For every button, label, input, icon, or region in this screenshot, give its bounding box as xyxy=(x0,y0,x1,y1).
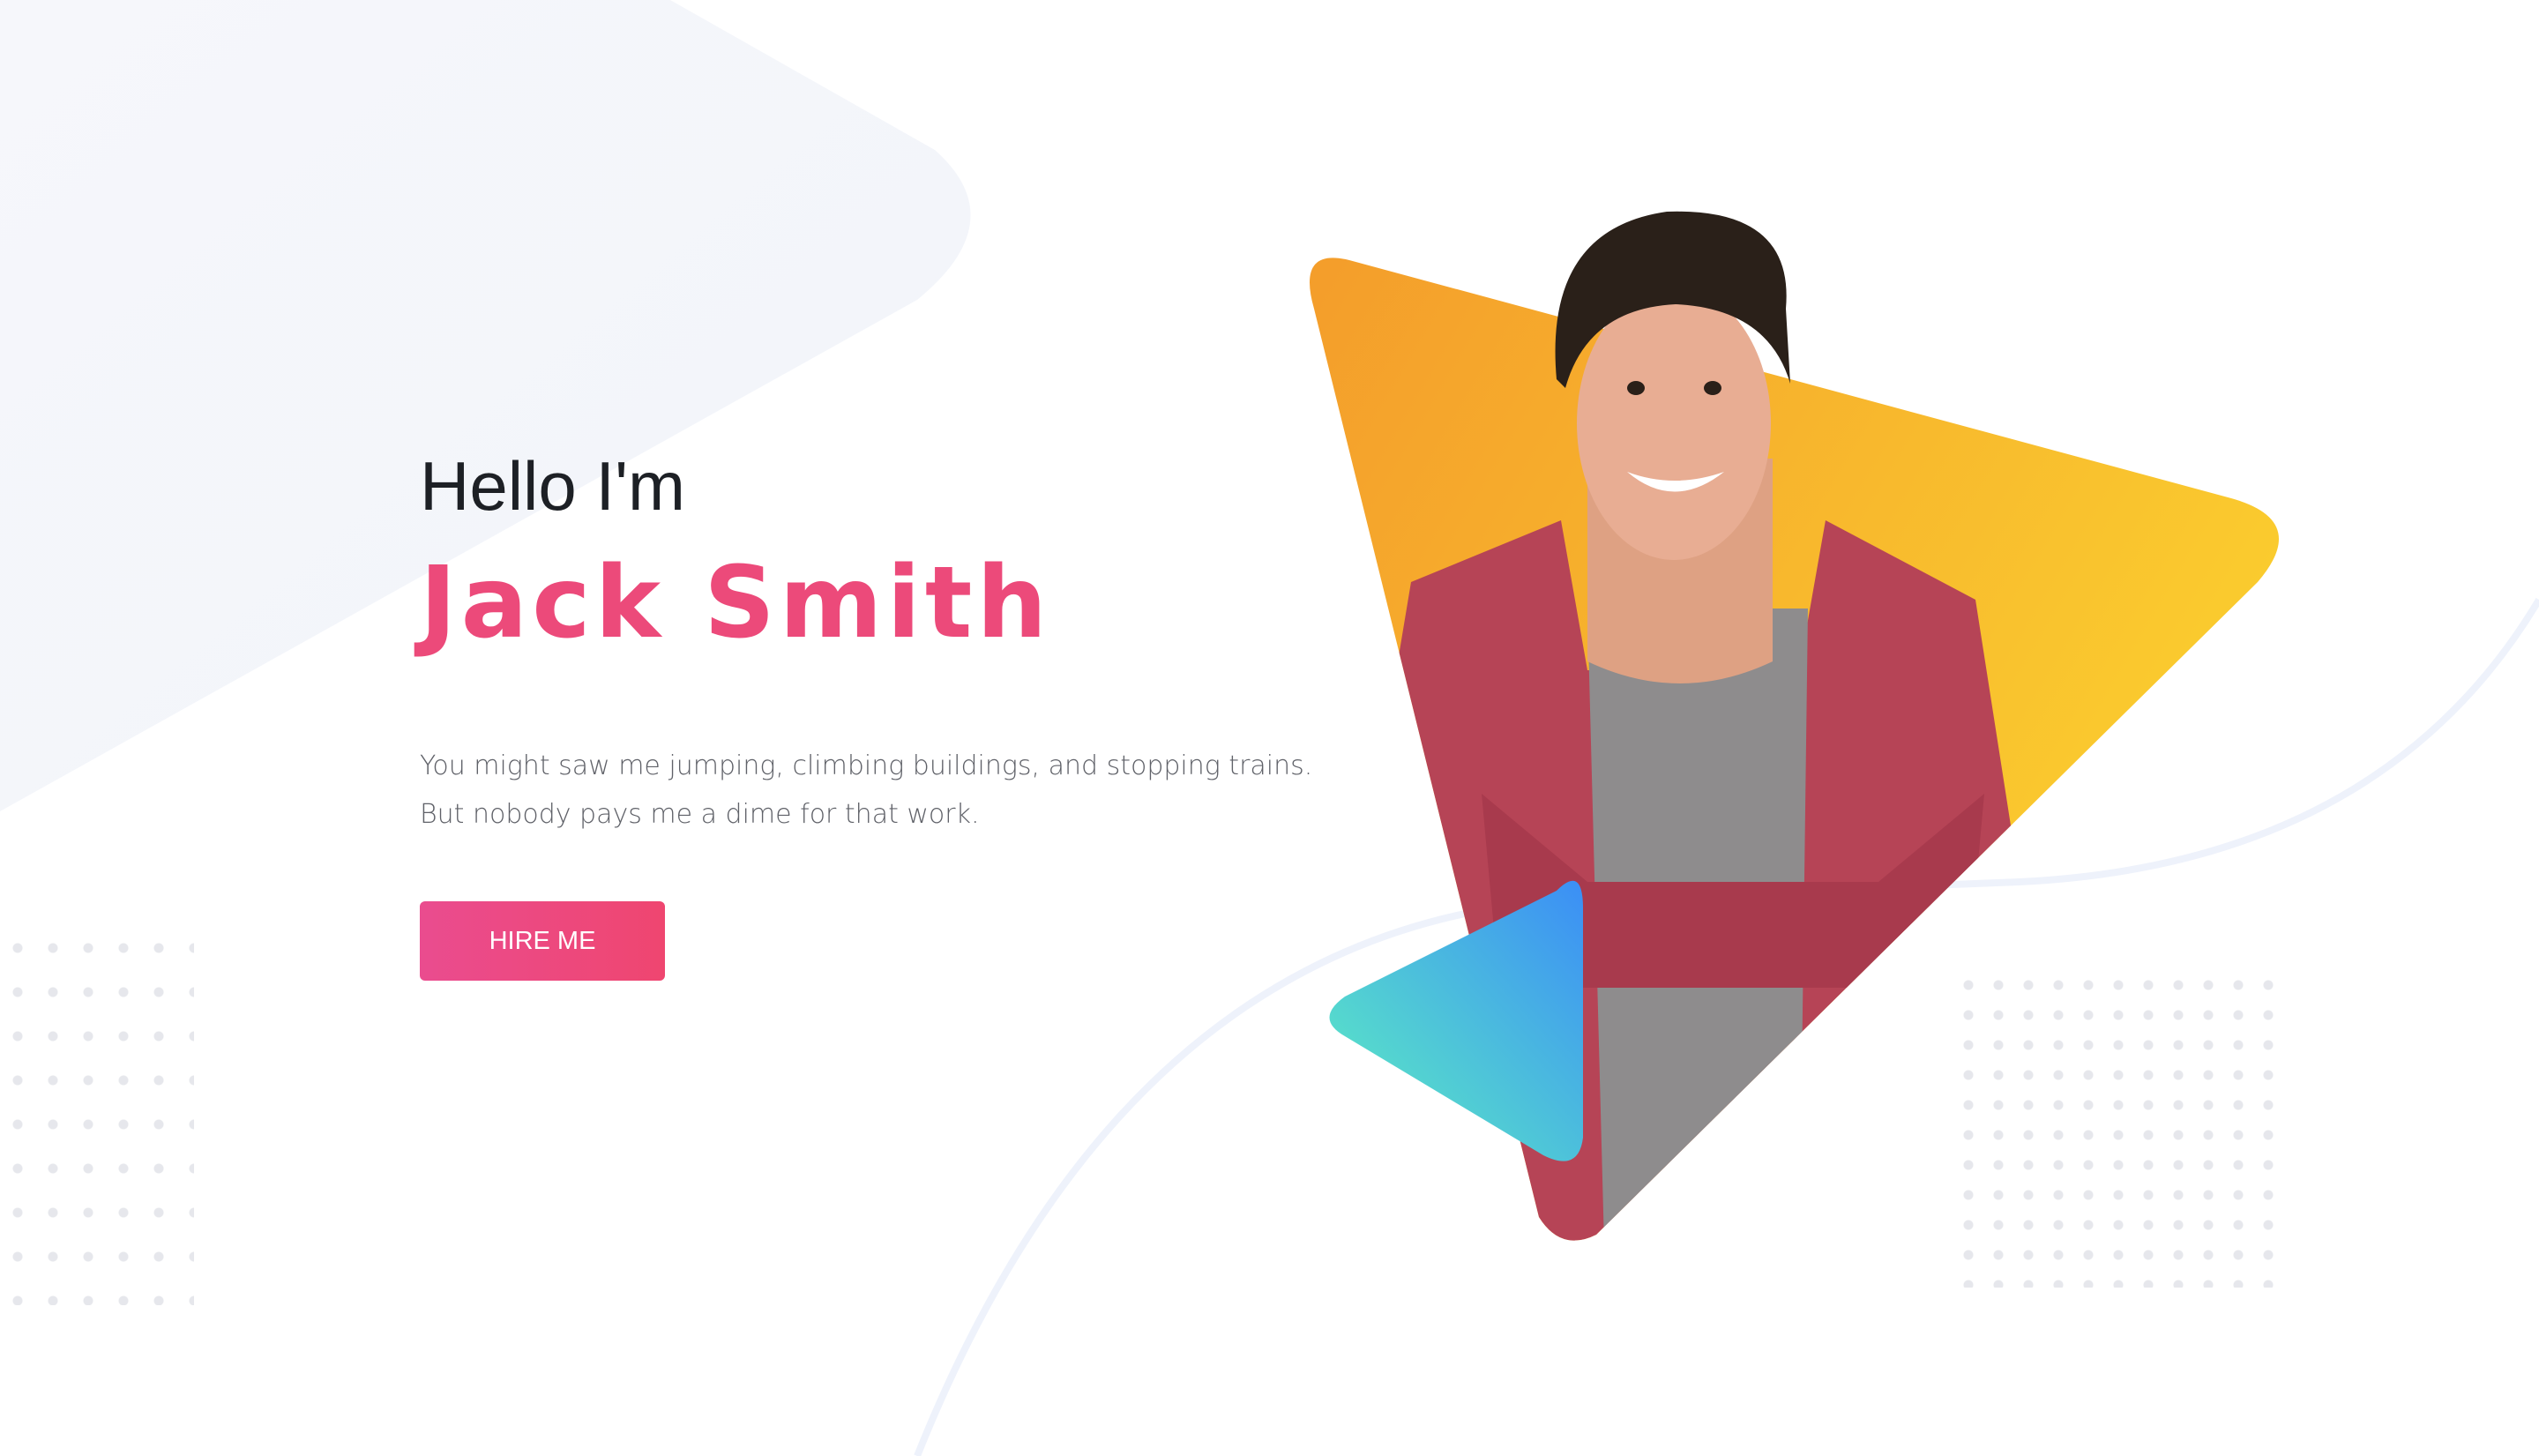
hero-description: You might saw me jumping, climbing build… xyxy=(420,742,1346,839)
hero-name: Jack Smith xyxy=(420,545,1052,661)
description-line-2: But nobody pays me a dime for that work. xyxy=(420,798,980,830)
teal-triangle xyxy=(1329,880,1583,1161)
hero-illustration xyxy=(1310,211,2279,1241)
greeting-text: Hello I'm xyxy=(420,447,685,525)
hero-text: Hello I'm Jack Smith You might saw me ju… xyxy=(420,445,1346,839)
dot-grid-left xyxy=(0,926,194,1305)
hire-me-button[interactable]: HIRE ME xyxy=(420,901,665,981)
description-line-1: You might saw me jumping, climbing build… xyxy=(420,750,1313,781)
